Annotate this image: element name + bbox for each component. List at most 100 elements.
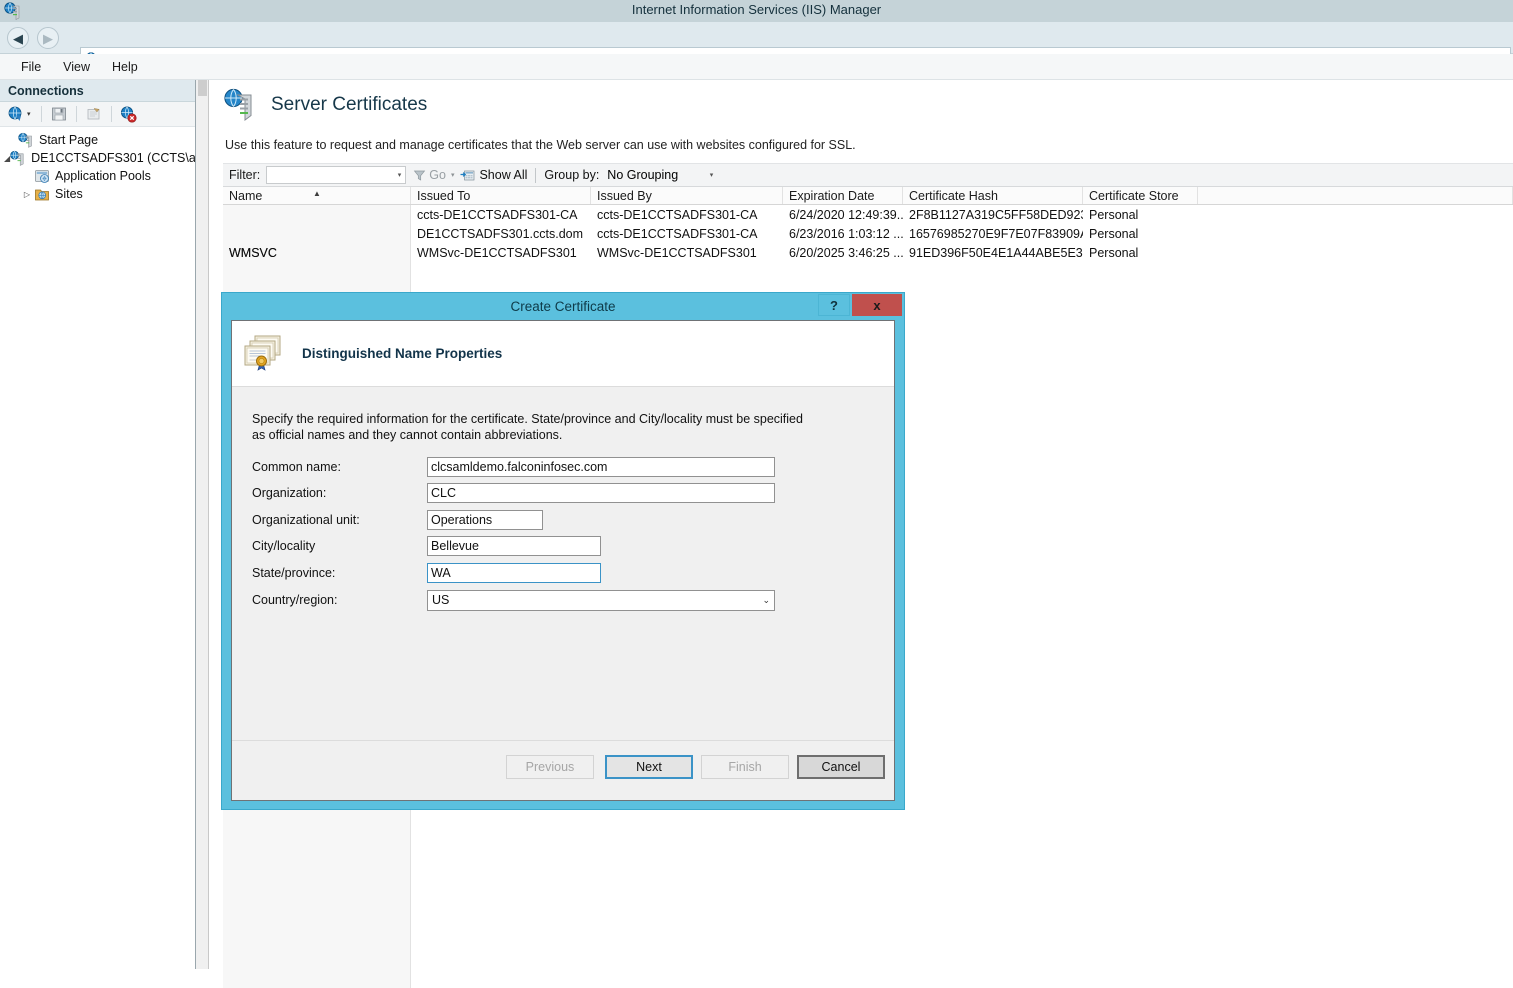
table-row[interactable]: DE1CCTSADFS301.ccts.dom ccts-DE1CCTSADFS… [223,224,1513,243]
field-common-name: Common name: [252,456,775,478]
tree-item-sites[interactable]: ▷ Sites [0,185,195,203]
cell-issued-to: WMSvc-DE1CCTSADFS301 [411,246,591,260]
close-button[interactable]: x [852,294,902,316]
disconnect-icon[interactable] [119,104,139,124]
state-province-input[interactable] [427,563,601,583]
go-button[interactable]: Go [413,168,446,182]
cell-issued-by: ccts-DE1CCTSADFS301-CA [591,227,783,241]
column-header-label: Issued By [597,189,652,203]
column-header-certificate-store[interactable]: Certificate Store [1083,187,1198,204]
forward-button[interactable]: ▶ [37,27,59,49]
cell-expiration-date: 6/24/2020 12:49:39... [783,208,903,222]
dialog-footer: Previous Next Finish Cancel [232,740,894,800]
next-button-label: Next [636,760,662,774]
field-organizational-unit: Organizational unit: [252,509,543,531]
server-certificates-icon [223,88,257,122]
back-button[interactable]: ◀ [7,27,29,49]
finish-button[interactable]: Finish [701,755,789,779]
menu-item-file[interactable]: File [10,58,52,76]
app-pools-icon [34,168,50,184]
column-header-issued-by[interactable]: Issued By [591,187,783,204]
tree-item-server[interactable]: ◢ DE1CCTSADFS301 (CCTS\adm [0,149,195,167]
sites-folder-icon [34,186,50,202]
connect-to-icon[interactable] [6,104,26,124]
menu-item-view[interactable]: View [52,58,101,76]
dialog-titlebar: Create Certificate ? x [222,293,904,319]
filter-bar: Filter: ▾ Go ▾ Show All [223,163,1513,187]
column-header-filler [1198,187,1513,204]
scrollbar-thumb[interactable] [198,80,207,96]
field-city-locality: City/locality [252,535,601,557]
group-by-select[interactable]: No Grouping ▾ [605,166,717,184]
certificates-stack-icon [241,332,285,376]
connect-to-caret-icon[interactable]: ▾ [27,110,31,118]
show-all-button[interactable]: Show All [460,168,527,182]
organizational-unit-input[interactable] [427,510,543,530]
chevron-down-icon[interactable]: ▾ [710,171,714,179]
window-titlebar: Internet Information Services (IIS) Mana… [0,0,1513,22]
listview-name-cell: WMSVC [223,243,411,262]
column-header-expiration-date[interactable]: Expiration Date [783,187,903,204]
save-icon[interactable] [49,104,69,124]
cell-certificate-store: Personal [1083,227,1198,241]
menu-bar: File View Help [0,54,1513,80]
open-icon[interactable] [84,104,104,124]
field-organization: Organization: [252,482,775,504]
field-state-province: State/province: [252,562,601,584]
group-by-label: Group by: [544,168,599,182]
toolbar-divider-1 [41,106,42,122]
column-header-label: Name [229,189,262,203]
dialog-banner: Distinguished Name Properties [232,321,894,387]
city-locality-input[interactable] [427,536,601,556]
show-all-icon [460,169,475,182]
field-label: Organization: [252,486,427,500]
column-header-issued-to[interactable]: Issued To [411,187,591,204]
tree-item-start-page[interactable]: Start Page [0,131,195,149]
table-row[interactable]: ccts-DE1CCTSADFS301-CA ccts-DE1CCTSADFS3… [223,205,1513,224]
close-icon: x [873,298,880,313]
menu-item-help[interactable]: Help [101,58,149,76]
column-header-label: Issued To [417,189,470,203]
toolbar-divider-3 [111,106,112,122]
sort-ascending-icon: ▲ [313,189,321,198]
tree-item-label: DE1CCTSADFS301 (CCTS\adm [31,151,195,165]
filterbar-divider [535,168,536,183]
column-header-label: Certificate Store [1089,189,1179,203]
tree-item-application-pools[interactable]: Application Pools [0,167,195,185]
filter-label: Filter: [229,168,260,182]
table-row[interactable]: WMSVC WMSvc-DE1CCTSADFS301 WMSvc-DE1CCTS… [223,243,1513,262]
column-header-label: Certificate Hash [909,189,998,203]
organization-input[interactable] [427,483,775,503]
next-button[interactable]: Next [605,755,693,779]
connections-header: Connections [0,80,195,102]
cell-certificate-hash: 91ED396F50E4E1A44ABE5E320... [903,246,1083,260]
common-name-input[interactable] [427,457,775,477]
dialog-instructions: Specify the required information for the… [252,411,812,443]
dialog-title: Create Certificate [510,299,615,314]
cell-certificate-hash: 2F8B1127A319C5FF58DED923... [903,208,1083,222]
chevron-down-icon[interactable]: ⌄ [762,595,770,606]
tree-expander-icon[interactable]: ▷ [20,190,34,199]
cell-issued-to: ccts-DE1CCTSADFS301-CA [411,208,591,222]
filter-input[interactable]: ▾ [266,166,406,184]
go-label: Go [429,168,446,182]
help-button[interactable]: ? [818,294,850,316]
cell-issued-to: DE1CCTSADFS301.ccts.dom [411,227,591,241]
finish-button-label: Finish [728,760,761,774]
go-caret-icon[interactable]: ▾ [451,171,455,179]
column-header-certificate-hash[interactable]: Certificate Hash [903,187,1083,204]
chevron-down-icon[interactable]: ▾ [398,171,402,179]
group-by-value: No Grouping [607,168,678,182]
country-region-select[interactable]: US ⌄ [427,590,775,611]
pane-splitter-scrollbar[interactable] [196,80,209,969]
listview-body: WMSVC ccts-DE1CCTSADFS301-CA ccts-DE1CCT… [223,205,1513,262]
cell-certificate-store: Personal [1083,208,1198,222]
previous-button[interactable]: Previous [506,755,594,779]
field-label: Organizational unit: [252,513,427,527]
cancel-button[interactable]: Cancel [797,755,885,779]
connections-toolbar: ▾ [0,102,195,127]
forward-arrow-icon: ▶ [43,32,53,45]
connections-pane: Connections ▾ [0,80,196,969]
tree-item-label: Application Pools [55,169,151,183]
column-header-name[interactable]: Name ▲ [223,187,411,204]
